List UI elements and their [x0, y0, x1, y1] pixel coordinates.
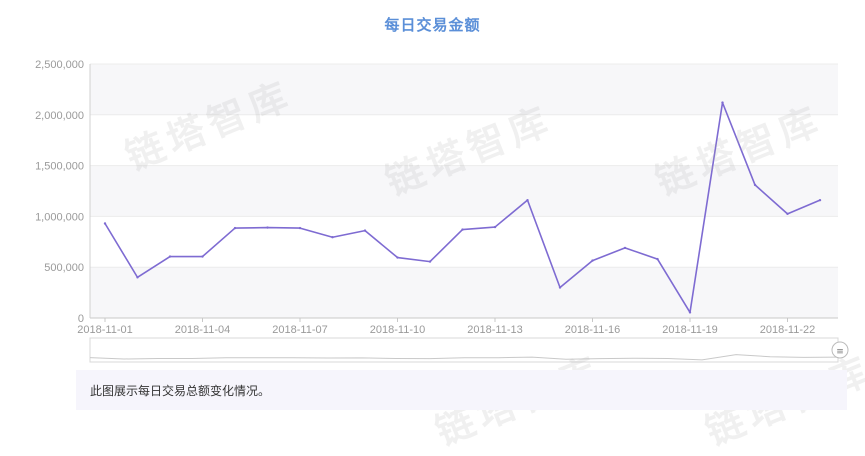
grid-band: [90, 216, 838, 268]
y-tick-label: 2,000,000: [35, 110, 84, 122]
data-point: [103, 222, 107, 225]
data-point: [753, 183, 757, 187]
x-tick-label: 2018-11-07: [272, 324, 327, 336]
plot-background: [90, 64, 838, 318]
data-zoom-handle-icon: ≡: [836, 347, 844, 357]
data-point: [656, 257, 659, 261]
y-tick-label: 1,500,000: [35, 161, 84, 173]
data-point: [298, 226, 302, 230]
x-tick-label: 2018-11-19: [662, 324, 717, 336]
x-tick-label: 2018-11-10: [370, 324, 425, 336]
data-point: [591, 259, 594, 262]
y-tick-label: 2,500,000: [35, 59, 84, 71]
data-point: [818, 198, 822, 202]
grid-band: [90, 114, 838, 166]
data-point: [233, 226, 237, 230]
chart-description: 此图展示每日交易总额变化情况。: [76, 370, 847, 410]
y-axis-ticks: 0500,0001,000,0001,500,0002,000,0002,500…: [35, 59, 84, 325]
data-point: [461, 228, 464, 231]
chart-description-text: 此图展示每日交易总额变化情况。: [90, 384, 271, 398]
data-point: [428, 260, 432, 263]
x-axis-ticks: 2018-11-01 2018-11-04 2018-11-07 2018-11-10…: [77, 318, 815, 336]
data-point: [331, 236, 334, 239]
y-tick-label: 1,000,000: [35, 211, 84, 223]
data-point: [168, 255, 172, 258]
data-point: [526, 198, 529, 202]
data-point: [396, 256, 399, 259]
data-point: [201, 255, 204, 258]
grid-band: [90, 267, 838, 318]
data-point: [136, 276, 139, 279]
x-tick-label: 2018-11-16: [565, 324, 620, 336]
data-point: [493, 225, 497, 229]
x-tick-label: 2018-11-04: [175, 324, 230, 336]
x-tick-label: 2018-11-22: [760, 324, 815, 336]
grid-band: [90, 165, 838, 217]
data-point: [363, 229, 367, 232]
data-point: [266, 226, 269, 229]
data-point: [623, 246, 627, 250]
data-point: [721, 101, 724, 104]
data-zoom-slider[interactable]: ≡: [89, 337, 849, 363]
x-tick-label: 2018-11-01: [77, 324, 132, 336]
x-tick-label: 2018-11-13: [467, 324, 522, 336]
grid-band: [90, 64, 838, 115]
data-point: [786, 212, 789, 216]
line-chart: 0500,0001,000,0001,500,0002,000,0002,500…: [35, 59, 849, 363]
y-tick-label: 500,000: [44, 262, 84, 274]
data-point: [558, 286, 562, 289]
data-point: [688, 311, 692, 314]
